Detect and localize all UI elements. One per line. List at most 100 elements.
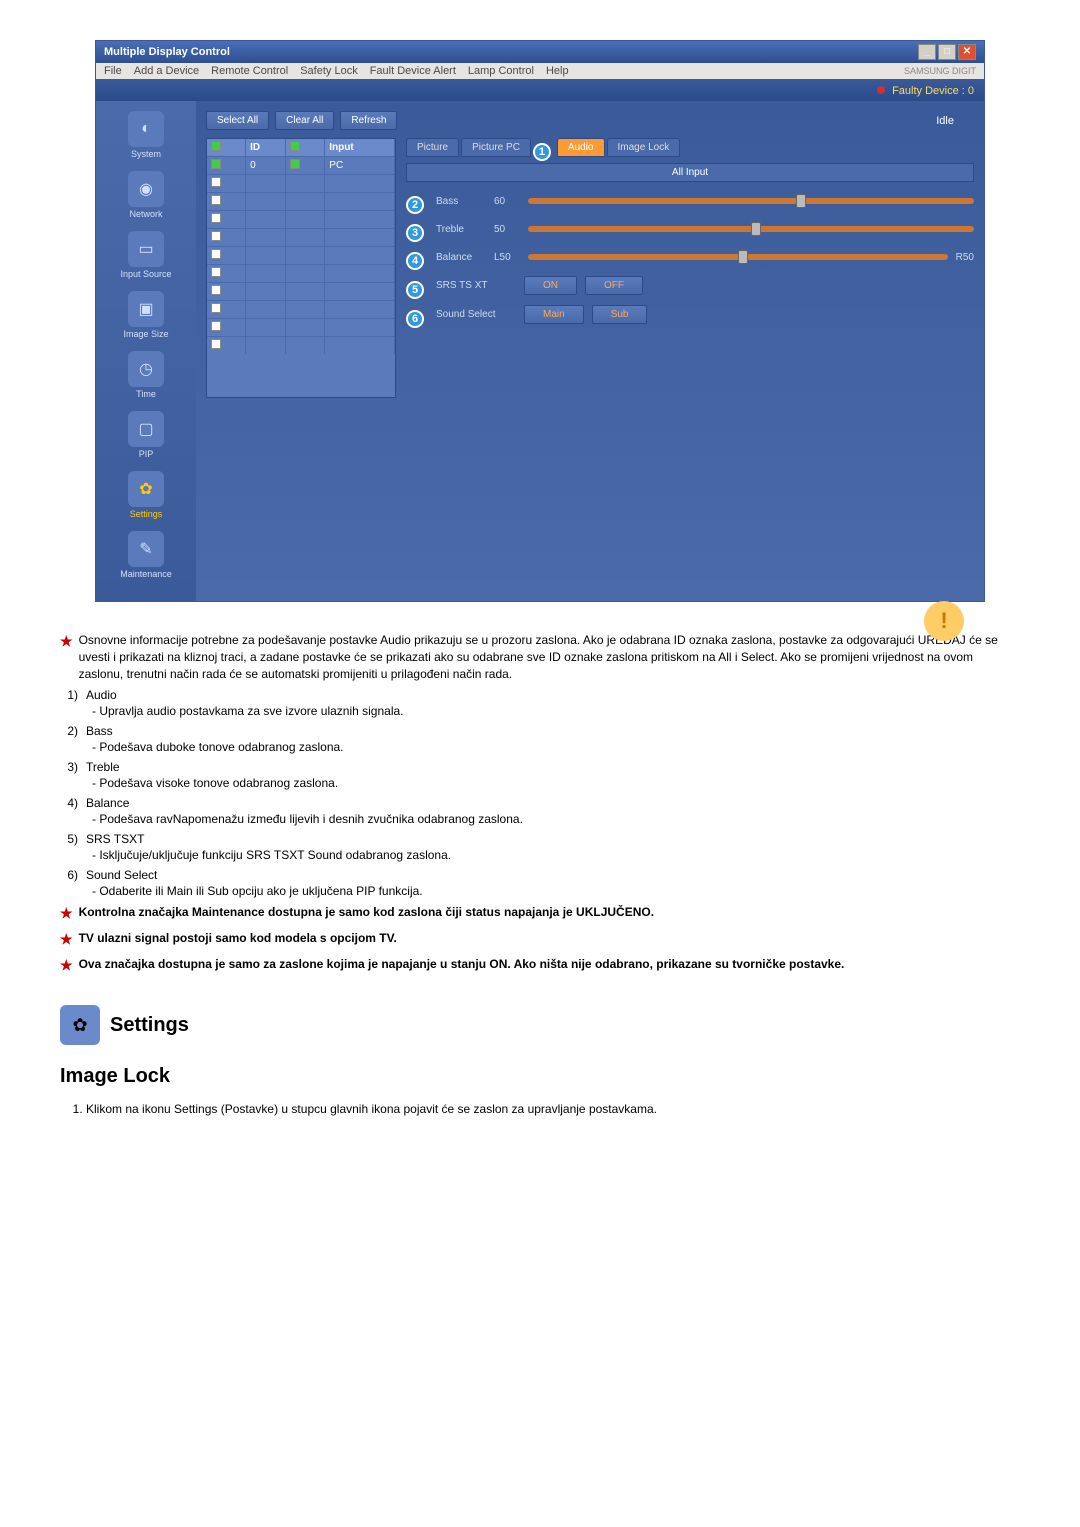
tab-picture-pc[interactable]: Picture PC (461, 138, 531, 157)
item-title: Treble (86, 760, 120, 774)
row-check-icon[interactable] (211, 267, 221, 277)
table-row[interactable] (207, 229, 395, 247)
check-all-icon[interactable] (211, 141, 221, 151)
item-number: 4) (60, 796, 78, 810)
item-treble: 3) Treble (60, 760, 1000, 774)
maximize-button[interactable]: □ (938, 44, 956, 60)
table-row[interactable] (207, 247, 395, 265)
audio-panel: Picture Picture PC 1 Audio Image Lock Al… (406, 138, 974, 398)
item-sound-select: 6) Sound Select (60, 868, 1000, 882)
table-row[interactable] (207, 301, 395, 319)
sound-sub-button[interactable]: Sub (592, 305, 648, 324)
sidebar-item-time[interactable]: ◷ Time (100, 351, 192, 399)
note-3: ★ Ova značajka dostupna je samo za zaslo… (60, 956, 1000, 976)
sidebar-item-image-size[interactable]: ▣ Image Size (100, 291, 192, 339)
settings-heading: Settings (110, 1014, 189, 1037)
sidebar-item-pip[interactable]: ▢ PIP (100, 411, 192, 459)
callout-3: 3 (406, 224, 424, 242)
row-check-icon[interactable] (211, 339, 221, 349)
table-row[interactable] (207, 283, 395, 301)
tab-picture[interactable]: Picture (406, 138, 459, 157)
row-check-icon[interactable] (211, 159, 221, 169)
treble-slider[interactable] (528, 226, 974, 232)
content-row: ID Input 0 PC (206, 138, 974, 398)
table-row[interactable] (207, 337, 395, 355)
status-dot-icon (877, 86, 885, 94)
sidebar-item-network[interactable]: ◉ Network (100, 171, 192, 219)
refresh-button[interactable]: Refresh (340, 111, 397, 130)
srs-on-button[interactable]: ON (524, 276, 577, 295)
close-button[interactable]: ✕ (958, 44, 976, 60)
window-title: Multiple Display Control (104, 46, 230, 58)
sidebar-item-label: Settings (100, 509, 192, 519)
sidebar-item-input-source[interactable]: ▭ Input Source (100, 231, 192, 279)
row-check-icon[interactable] (211, 177, 221, 187)
sidebar-item-maintenance[interactable]: ✎ Maintenance (100, 531, 192, 579)
row-check-icon[interactable] (211, 285, 221, 295)
sidebar-item-system[interactable]: ◐ System (100, 111, 192, 159)
srs-off-button[interactable]: OFF (585, 276, 643, 295)
note-text: TV ulazni signal postoji samo kod modela… (79, 930, 397, 950)
menu-lamp-control[interactable]: Lamp Control (468, 65, 534, 77)
settings-section-icon: ✿ (60, 1005, 100, 1045)
item-desc: - Podešava duboke tonove odabranog zaslo… (92, 740, 1000, 754)
row-check-icon[interactable] (211, 249, 221, 259)
app-screenshot: Multiple Display Control _ □ ✕ File Add … (95, 40, 985, 602)
toolbar: Select All Clear All Refresh Idle (206, 111, 974, 130)
sidebar-item-label: Time (100, 389, 192, 399)
item-number: 5) (60, 832, 78, 846)
clear-all-button[interactable]: Clear All (275, 111, 334, 130)
balance-row: 4 Balance L50 R50 (406, 248, 974, 266)
menu-file[interactable]: File (104, 65, 122, 77)
callout-2: 2 (406, 196, 424, 214)
row-check-icon[interactable] (211, 303, 221, 313)
table-row[interactable] (207, 211, 395, 229)
menu-fault-alert[interactable]: Fault Device Alert (370, 65, 456, 77)
table-row[interactable] (207, 175, 395, 193)
item-number: 6) (60, 868, 78, 882)
item-number: 1) (60, 688, 78, 702)
tab-image-lock[interactable]: Image Lock (607, 138, 681, 157)
table-row[interactable]: 0 PC (207, 157, 395, 175)
intro-text: Osnovne informacije potrebne za podešava… (79, 632, 1000, 682)
col-status (285, 139, 325, 157)
menu-help[interactable]: Help (546, 65, 569, 77)
menu-remote-control[interactable]: Remote Control (211, 65, 288, 77)
faulty-strip: Faulty Device : 0 (96, 79, 984, 101)
app-window: Multiple Display Control _ □ ✕ File Add … (95, 40, 985, 602)
minimize-button[interactable]: _ (918, 44, 936, 60)
row-check-icon[interactable] (211, 231, 221, 241)
row-check-icon[interactable] (211, 321, 221, 331)
status-all-icon (290, 141, 300, 151)
bass-slider[interactable] (528, 198, 974, 204)
table-row[interactable] (207, 319, 395, 337)
sound-main-button[interactable]: Main (524, 305, 584, 324)
callout-6: 6 (406, 310, 424, 328)
sidebar-item-settings[interactable]: ✿ Settings (100, 471, 192, 519)
help-icon[interactable]: ! (924, 601, 964, 641)
table-row[interactable] (207, 193, 395, 211)
row-check-icon[interactable] (211, 213, 221, 223)
callout-1: 1 (533, 143, 551, 161)
bass-row: 2 Bass 60 (406, 192, 974, 210)
item-desc: - Odaberite ili Main ili Sub opciju ako … (92, 884, 1000, 898)
item-desc: - Podešava ravNapomenažu između lijevih … (92, 812, 1000, 826)
app-body: ◐ System ◉ Network ▭ Input Source ▣ Imag… (96, 101, 984, 601)
sidebar-item-label: PIP (100, 449, 192, 459)
select-all-button[interactable]: Select All (206, 111, 269, 130)
all-input-label: All Input (406, 163, 974, 182)
image-size-icon: ▣ (128, 291, 164, 327)
balance-slider[interactable] (528, 254, 948, 260)
item-audio: 1) Audio (60, 688, 1000, 702)
table-row[interactable] (207, 265, 395, 283)
row-check-icon[interactable] (211, 195, 221, 205)
tabs: Picture Picture PC 1 Audio Image Lock (406, 138, 974, 157)
star-icon: ★ (60, 956, 73, 976)
sound-select-row: 6 Sound Select Main Sub (406, 305, 974, 324)
document-content: ★ Osnovne informacije potrebne za podeša… (30, 632, 1030, 1116)
menu-safety-lock[interactable]: Safety Lock (300, 65, 357, 77)
item-title: Audio (86, 688, 117, 702)
menu-add-device[interactable]: Add a Device (134, 65, 199, 77)
tab-audio[interactable]: Audio (557, 138, 605, 157)
settings-icon: ✿ (128, 471, 164, 507)
